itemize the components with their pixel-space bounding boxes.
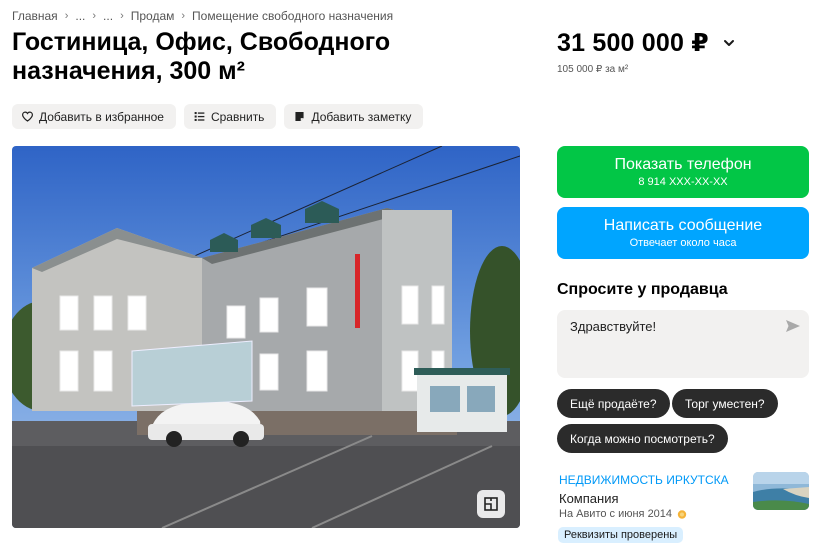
seller-avatar-image <box>753 472 809 510</box>
show-phone-label: Показать телефон <box>614 156 752 173</box>
heart-icon <box>22 111 33 122</box>
seller-avatar[interactable] <box>753 472 809 510</box>
show-phone-button[interactable]: Показать телефон 8 914 XXX-XX-XX <box>557 146 809 198</box>
seller-since-text: На Авито с июня 2014 <box>559 508 673 520</box>
floorplan-icon <box>484 497 498 511</box>
seller-since: На Авито с июня 2014 <box>559 508 688 520</box>
response-time: Отвечает около часа <box>629 237 737 249</box>
breadcrumb: Главная › ... › ... › Продам › Помещение… <box>12 9 393 23</box>
chevron-right-icon: › <box>181 10 186 22</box>
chevron-right-icon: › <box>120 10 124 22</box>
seller-name-link[interactable]: НЕДВИЖИМОСТЬ ИРКУТСКА <box>559 473 729 487</box>
phone-masked: 8 914 XXX-XX-XX <box>638 176 728 188</box>
medal-icon <box>677 510 687 519</box>
quick-question-chip[interactable]: Когда можно посмотреть? <box>557 424 728 453</box>
message-input[interactable]: Здравствуйте! <box>557 310 809 378</box>
message-text: Здравствуйте! <box>570 319 657 334</box>
compare-icon <box>194 112 205 121</box>
note-icon <box>295 112 304 121</box>
chevron-right-icon: › <box>92 10 97 22</box>
quick-question-chip[interactable]: Ещё продаёте? <box>557 389 670 418</box>
ask-seller-title: Спросите у продавца <box>557 281 728 298</box>
listing-price: 31 500 000 ₽ <box>557 29 709 57</box>
add-to-favorites-button[interactable]: Добавить в избранное <box>12 104 176 129</box>
listing-title: Гостиница, Офис, Свободного назначения, … <box>12 28 391 85</box>
compare-label: Сравнить <box>210 109 265 124</box>
write-message-button[interactable]: Написать сообщение Отвечает около часа <box>557 207 809 259</box>
chevron-right-icon: › <box>64 10 69 22</box>
chevron-down-icon[interactable] <box>721 35 737 51</box>
price-block: 31 500 000 ₽ <box>557 28 737 58</box>
building-photo <box>12 146 520 528</box>
seller-type: Компания <box>559 491 619 506</box>
add-note-button[interactable]: Добавить заметку <box>284 104 424 129</box>
add-to-favorites-label: Добавить в избранное <box>39 109 164 124</box>
write-message-label: Написать сообщение <box>603 217 763 234</box>
verified-badge: Реквизиты проверены <box>558 527 684 543</box>
listing-photo[interactable] <box>12 146 520 528</box>
breadcrumb-sell[interactable]: Продам <box>131 9 175 23</box>
send-icon[interactable] <box>785 319 801 333</box>
breadcrumb-home[interactable]: Главная <box>12 9 58 23</box>
gallery-expand-button[interactable] <box>477 490 505 518</box>
compare-button[interactable]: Сравнить <box>183 104 277 129</box>
breadcrumb-collapsed-2[interactable]: ... <box>103 9 113 23</box>
add-note-label: Добавить заметку <box>311 109 412 124</box>
breadcrumb-collapsed-1[interactable]: ... <box>75 9 85 23</box>
breadcrumb-category[interactable]: Помещение свободного назначения <box>192 9 393 23</box>
listing-actions: Добавить в избранное Сравнить Добавить з… <box>12 104 424 129</box>
quick-question-chip[interactable]: Торг уместен? <box>672 389 778 418</box>
price-per-m2: 105 000 ₽ за м² <box>557 64 629 75</box>
